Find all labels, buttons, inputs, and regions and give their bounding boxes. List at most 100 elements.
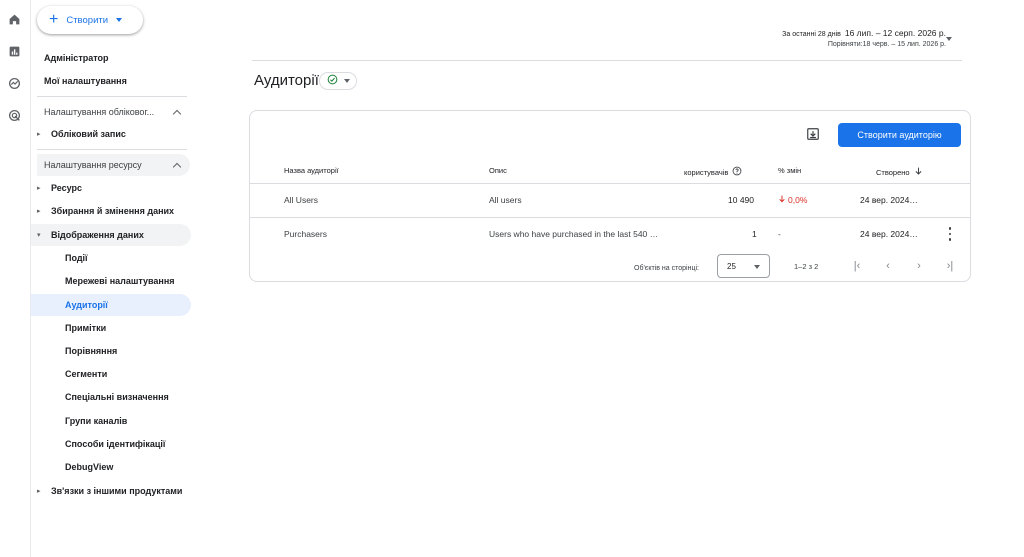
icon-rail xyxy=(0,0,31,557)
create-button-label: Створити xyxy=(66,14,109,26)
column-header-name[interactable]: Назва аудиторії xyxy=(284,166,339,175)
sidebar-item-events[interactable]: Події xyxy=(31,247,191,269)
audience-created-cell: 24 вер. 2024… xyxy=(860,195,918,205)
next-page-icon[interactable]: › xyxy=(913,260,925,272)
sidebar-item-product-links[interactable]: ▸ Зв'язки з іншими продуктами xyxy=(31,480,191,502)
date-range-value: 16 лип. – 12 серп. 2026 р. xyxy=(844,28,946,38)
last-page-icon[interactable]: ›| xyxy=(944,260,956,272)
sidebar-item-label: Зв'язки з іншими продуктами xyxy=(51,486,183,496)
expand-arrow-icon: ▸ xyxy=(37,208,41,215)
items-per-page-select[interactable]: 25 xyxy=(717,254,770,278)
reports-icon[interactable] xyxy=(6,43,22,59)
sidebar-item-channel-groups[interactable]: Групи каналів xyxy=(31,410,191,432)
create-button[interactable]: + Створити xyxy=(37,6,143,34)
column-header-created[interactable]: Створено xyxy=(876,166,923,178)
date-range-dropdown-icon[interactable] xyxy=(946,37,952,41)
sidebar-item-label: Аудиторії xyxy=(65,300,108,310)
audience-name-cell[interactable]: All Users xyxy=(284,195,318,205)
audience-change-value: 0,0% xyxy=(788,195,808,205)
chevron-down-icon xyxy=(116,18,123,22)
sidebar-item-label: Групи каналів xyxy=(65,416,128,426)
audience-description-cell: Users who have purchased in the last 540… xyxy=(489,229,659,239)
expand-arrow-icon: ▸ xyxy=(37,488,41,495)
sidebar-item-network-settings[interactable]: Мережеві налаштування xyxy=(31,270,191,292)
first-page-icon[interactable]: |‹ xyxy=(851,260,863,272)
sidebar-item-label: Мої налаштування xyxy=(44,76,127,86)
section-account-settings[interactable]: Налаштування обліковог... xyxy=(37,101,190,123)
row-divider xyxy=(250,217,970,218)
sidebar-item-label: Примітки xyxy=(65,323,107,333)
advertising-icon[interactable] xyxy=(6,107,22,123)
sidebar-item-label: Способи ідентифікації xyxy=(65,439,166,449)
audience-status-dropdown[interactable] xyxy=(319,72,357,90)
sidebar-item-custom-definitions[interactable]: Спеціальні визначення xyxy=(31,386,191,408)
audience-created-cell: 24 вер. 2024… xyxy=(860,229,918,239)
chevron-down-icon xyxy=(754,265,760,269)
collapse-arrow-icon: ▾ xyxy=(37,232,41,239)
column-header-users[interactable]: користувачів xyxy=(684,166,742,178)
check-circle-icon xyxy=(327,72,338,90)
section-label: Налаштування обліковог... xyxy=(44,107,155,117)
sidebar-item-annotations[interactable]: Примітки xyxy=(31,317,191,339)
audience-users-cell: 1 xyxy=(752,229,757,239)
date-range-main: За останні 28 днів 16 лип. – 12 серп. 202… xyxy=(782,28,946,38)
chevron-down-icon xyxy=(343,79,350,83)
pagination-range: 1–2 з 2 xyxy=(794,262,819,271)
divider xyxy=(37,96,187,97)
audience-name-cell[interactable]: Purchasers xyxy=(284,229,327,239)
audience-users-cell: 10 490 xyxy=(728,195,754,205)
sidebar-item-label: Події xyxy=(65,253,88,263)
create-audience-button[interactable]: Створити аудиторію xyxy=(838,123,961,147)
date-range-compare: Порівняти:18 черв. – 15 лип. 2026 р. xyxy=(827,41,946,48)
chevron-up-icon xyxy=(172,162,182,171)
date-range-picker[interactable]: За останні 28 днів 16 лип. – 12 серп. 202… xyxy=(782,28,946,48)
audience-change-cell: 0,0% xyxy=(778,194,807,206)
download-icon[interactable] xyxy=(806,127,820,141)
page-title: Аудиторії xyxy=(254,72,319,89)
sidebar-item-label: Спеціальні визначення xyxy=(65,392,169,402)
sidebar-item-my-settings[interactable]: Мої налаштування xyxy=(31,70,191,92)
arrow-down-icon xyxy=(778,194,786,206)
sidebar-item-label: Мережеві налаштування xyxy=(65,276,175,286)
previous-page-icon[interactable]: ‹ xyxy=(882,260,894,272)
section-label: Налаштування ресурсу xyxy=(44,160,142,170)
home-icon[interactable] xyxy=(6,11,22,27)
column-header-description[interactable]: Опис xyxy=(489,166,507,175)
sidebar-item-audiences[interactable]: Аудиторії xyxy=(31,294,191,316)
sidebar-item-admin[interactable]: Адміністратор xyxy=(31,47,191,69)
sidebar-item-label: Обліковий запис xyxy=(51,129,126,139)
header-divider xyxy=(252,60,962,61)
audience-change-cell: - xyxy=(778,229,781,239)
sidebar-item-data-display[interactable]: ▾ Відображення даних xyxy=(31,224,191,246)
column-header-change[interactable]: % змін xyxy=(778,166,801,175)
sidebar-item-label: DebugView xyxy=(65,462,114,472)
sidebar-item-comparisons[interactable]: Порівняння xyxy=(31,340,191,362)
sort-down-arrow-icon xyxy=(914,166,923,178)
explore-icon[interactable] xyxy=(6,75,22,91)
chevron-up-icon xyxy=(172,109,182,118)
date-range-label: За останні 28 днів xyxy=(782,31,841,38)
column-header-users-label: користувачів xyxy=(684,167,729,177)
admin-sidebar: + Створити Адміністратор Мої налаштуванн… xyxy=(31,0,201,557)
header-row-divider xyxy=(250,183,970,184)
plus-icon: + xyxy=(49,11,59,28)
audiences-table-card: Створити аудиторію Назва аудиторії Опис … xyxy=(249,110,971,282)
sidebar-item-label: Адміністратор xyxy=(44,53,109,63)
section-property-settings[interactable]: Налаштування ресурсу xyxy=(37,154,190,176)
divider xyxy=(37,149,187,150)
more-vert-icon[interactable] xyxy=(946,227,954,241)
sidebar-item-label: Порівняння xyxy=(65,346,118,356)
sidebar-item-label: Відображення даних xyxy=(51,230,144,240)
column-header-created-label: Створено xyxy=(876,167,910,177)
sidebar-item-debugview[interactable]: DebugView xyxy=(31,456,191,478)
items-per-page-value: 25 xyxy=(727,261,736,271)
sidebar-item-label: Ресурс xyxy=(51,183,83,193)
sidebar-item-label: Сегменти xyxy=(65,369,108,379)
expand-arrow-icon: ▸ xyxy=(37,185,41,192)
sidebar-item-segments[interactable]: Сегменти xyxy=(31,363,191,385)
sidebar-item-account[interactable]: ▸ Обліковий запис xyxy=(31,123,191,145)
sidebar-item-identification[interactable]: Способи ідентифікації xyxy=(31,433,191,455)
sidebar-item-data-collection[interactable]: ▸ Збирання й змінення даних xyxy=(31,200,191,222)
sidebar-item-property[interactable]: ▸ Ресурс xyxy=(31,177,191,199)
help-icon[interactable] xyxy=(732,166,742,178)
